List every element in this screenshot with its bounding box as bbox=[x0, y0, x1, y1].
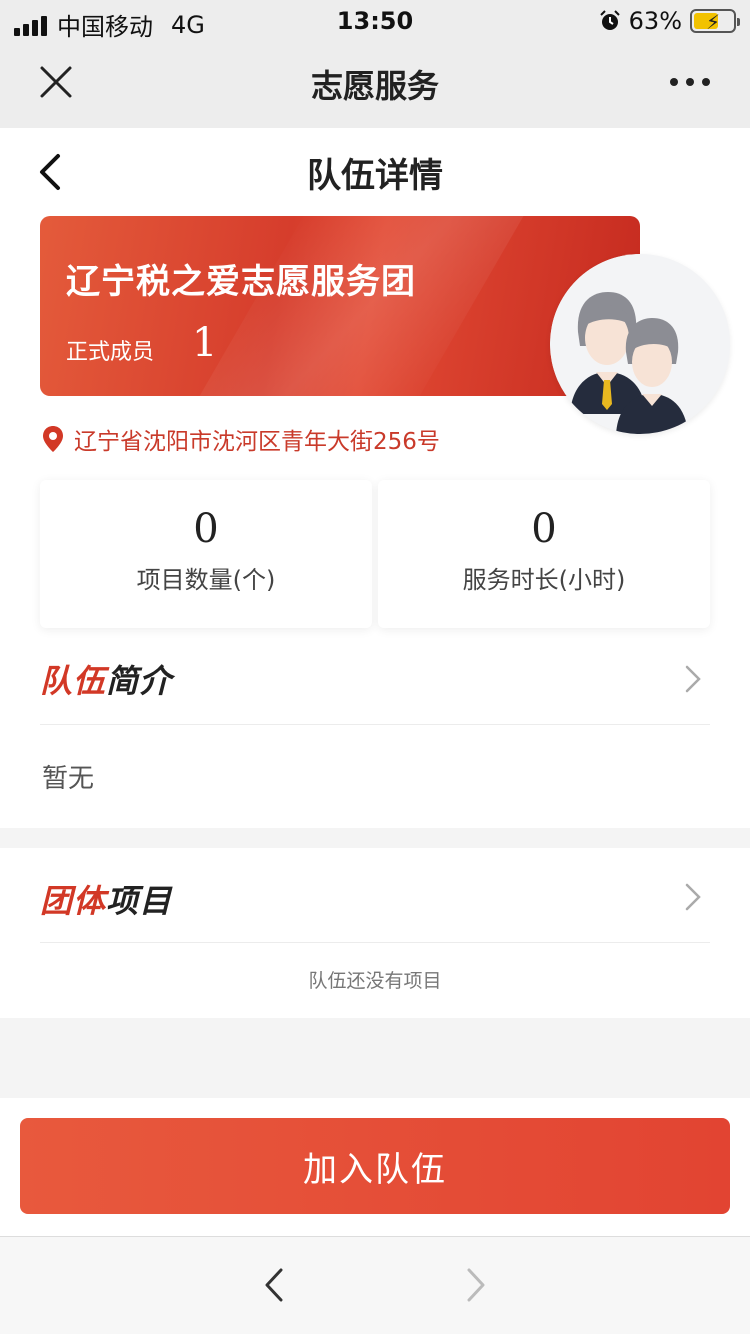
app-nav-bar: 志愿服务 bbox=[0, 40, 750, 128]
project-count-value: 0 bbox=[193, 506, 219, 552]
location-pin-icon bbox=[43, 426, 63, 452]
member-label: 正式成员 bbox=[66, 340, 155, 365]
alarm-icon bbox=[599, 10, 620, 30]
more-options-icon[interactable] bbox=[670, 70, 714, 94]
project-count-label: 项目数量(个) bbox=[136, 566, 276, 594]
member-count: 1 bbox=[192, 320, 218, 366]
service-hours-value: 0 bbox=[531, 506, 557, 552]
intro-section-header[interactable]: 队伍简介 bbox=[40, 656, 172, 702]
team-address: 辽宁省沈阳市沈河区青年大街256号 bbox=[42, 422, 440, 456]
projects-empty-text: 队伍还没有项目 bbox=[308, 970, 442, 992]
team-card: 辽宁税之爱志愿服务团 正式成员 1 bbox=[40, 216, 640, 396]
browser-toolbar bbox=[0, 1236, 750, 1334]
app-title: 志愿服务 bbox=[310, 67, 439, 105]
chevron-right-icon[interactable] bbox=[684, 882, 702, 912]
chevron-left-icon[interactable] bbox=[262, 1267, 286, 1303]
team-name: 辽宁税之爱志愿服务团 bbox=[66, 262, 416, 302]
service-hours-label: 服务时长(小时) bbox=[462, 566, 626, 594]
page-content: 队伍详情 辽宁税之爱志愿服务团 正式成员 1 辽宁省沈阳市沈河区青年大街256号… bbox=[0, 128, 750, 828]
team-avatar bbox=[550, 254, 730, 434]
battery-icon: ⚡ bbox=[690, 9, 740, 34]
close-icon[interactable] bbox=[36, 62, 76, 102]
project-count-card: 0 项目数量(个) bbox=[40, 480, 372, 628]
charging-bolt-icon: ⚡ bbox=[706, 10, 721, 34]
service-hours-card: 0 服务时长(小时) bbox=[378, 480, 710, 628]
divider bbox=[40, 942, 710, 943]
address-text: 辽宁省沈阳市沈河区青年大街256号 bbox=[74, 429, 440, 455]
intro-title-dark: 简介 bbox=[106, 662, 173, 700]
team-avatar-illustration bbox=[550, 254, 730, 434]
status-right: 63% ⚡ bbox=[599, 7, 740, 35]
divider bbox=[40, 724, 710, 725]
projects-title-red: 团体 bbox=[40, 882, 107, 920]
join-team-button[interactable]: 加入队伍 bbox=[20, 1118, 730, 1214]
back-icon[interactable] bbox=[36, 152, 66, 192]
chevron-right-icon[interactable] bbox=[684, 664, 702, 694]
chevron-right-icon[interactable] bbox=[464, 1267, 488, 1303]
group-projects-section: 团体项目 队伍还没有项目 bbox=[0, 848, 750, 1018]
battery-percent: 63% bbox=[628, 7, 682, 35]
intro-title-red: 队伍 bbox=[40, 662, 107, 700]
page-title: 队伍详情 bbox=[307, 155, 443, 196]
projects-title-dark: 项目 bbox=[106, 882, 173, 920]
status-bar: 中国移动 4G 13:50 63% ⚡ bbox=[0, 0, 750, 41]
intro-content: 暂无 bbox=[42, 764, 95, 794]
projects-section-header[interactable]: 团体项目 bbox=[40, 876, 172, 922]
page-header: 队伍详情 bbox=[0, 128, 750, 216]
